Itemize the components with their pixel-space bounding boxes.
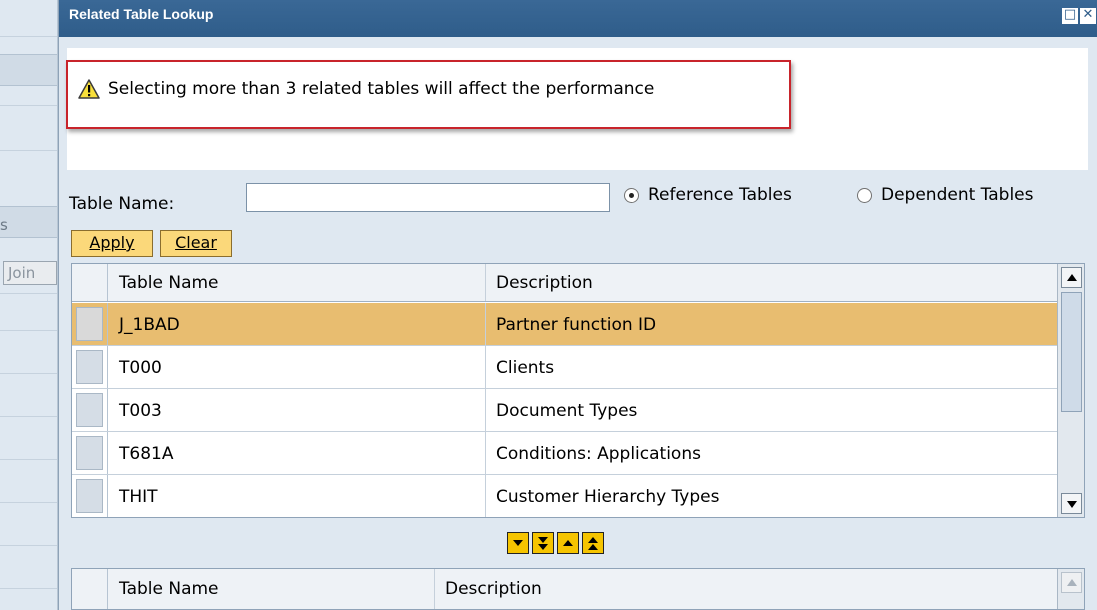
table-name-label: Table Name: — [69, 194, 175, 214]
bg-band — [0, 206, 57, 238]
bg-divider — [0, 502, 57, 503]
scroll-up-icon — [1067, 274, 1077, 281]
apply-label: Apply — [89, 233, 135, 252]
move-down-button[interactable] — [507, 532, 529, 554]
clear-label: Clear — [175, 233, 217, 252]
move-buttons-toolbar — [507, 532, 604, 554]
background-app-panel — [0, 0, 58, 610]
bg-divider — [0, 150, 57, 151]
table-row[interactable]: T681A Conditions: Applications — [72, 432, 1057, 475]
bg-divider — [0, 293, 57, 294]
cell-table-name: T000 — [119, 357, 162, 378]
background-join-button[interactable]: Join — [3, 261, 57, 285]
scroll-down-button[interactable] — [1061, 493, 1082, 514]
radio-unselected-indicator[interactable] — [857, 187, 872, 203]
radio-dependent-label: Dependent Tables — [881, 185, 1034, 205]
bg-divider — [0, 588, 57, 589]
scroll-up-button[interactable] — [1061, 572, 1082, 593]
selected-tables-table: Table Name Description — [71, 568, 1085, 610]
row-selector[interactable] — [72, 389, 108, 431]
cell-table-name: J_1BAD — [119, 314, 180, 335]
bg-divider — [0, 330, 57, 331]
bg-divider — [0, 416, 57, 417]
scroll-up-button[interactable] — [1061, 267, 1082, 288]
cell-description: Partner function ID — [496, 314, 657, 335]
cell-table-name: T003 — [119, 400, 162, 421]
bg-divider — [0, 459, 57, 460]
row-selector[interactable] — [72, 475, 108, 517]
table-row[interactable]: THIT Customer Hierarchy Types — [72, 475, 1057, 517]
column-header-table-name[interactable]: Table Name — [109, 569, 219, 609]
move-up-button[interactable] — [557, 532, 579, 554]
vertical-scrollbar[interactable] — [1057, 264, 1084, 517]
table-name-input[interactable] — [246, 183, 610, 212]
move-all-down-icon — [538, 537, 548, 543]
row-selector-box[interactable] — [76, 307, 103, 341]
cell-table-name: THIT — [119, 486, 158, 507]
scroll-thumb[interactable] — [1061, 292, 1082, 412]
warning-callout: Selecting more than 3 related tables wil… — [66, 60, 791, 129]
warning-message: Selecting more than 3 related tables wil… — [108, 79, 655, 99]
move-all-down-button[interactable] — [532, 532, 554, 554]
close-icon[interactable]: ✕ — [1080, 8, 1096, 24]
move-all-up-icon — [588, 544, 598, 550]
table-row[interactable]: T000 Clients — [72, 346, 1057, 389]
related-table-lookup-dialog: Related Table Lookup □ ✕ Selecting more … — [58, 0, 1097, 610]
select-all-cell[interactable] — [72, 569, 108, 609]
radio-dependent-tables[interactable]: Dependent Tables — [857, 185, 1034, 205]
move-up-icon — [563, 540, 573, 546]
maximize-icon[interactable]: □ — [1062, 8, 1078, 24]
radio-reference-tables[interactable]: Reference Tables — [624, 185, 792, 205]
bg-divider — [0, 373, 57, 374]
column-header-description[interactable]: Description — [486, 264, 593, 302]
bg-divider — [0, 105, 57, 106]
column-header-table-name[interactable]: Table Name — [109, 264, 219, 302]
radio-reference-label: Reference Tables — [648, 185, 792, 205]
dialog-title: Related Table Lookup — [69, 6, 214, 22]
scroll-up-icon — [1067, 579, 1077, 586]
radio-selected-indicator[interactable] — [624, 187, 639, 203]
cell-table-name: T681A — [119, 443, 174, 464]
cell-description: Document Types — [496, 400, 638, 421]
row-selector-box[interactable] — [76, 479, 103, 513]
select-all-cell[interactable] — [72, 264, 108, 301]
dialog-title-bar[interactable]: Related Table Lookup □ ✕ — [59, 0, 1097, 37]
bg-divider — [0, 545, 57, 546]
column-header-description[interactable]: Description — [435, 569, 542, 609]
move-down-icon — [513, 540, 523, 546]
results-table: Table Name Description J_1BAD Partner fu… — [71, 263, 1085, 518]
move-all-up-icon — [588, 537, 598, 543]
row-selector-box[interactable] — [76, 393, 103, 427]
clear-button[interactable]: Clear — [160, 230, 232, 257]
bg-divider — [0, 36, 57, 37]
warning-triangle-icon — [78, 79, 100, 99]
move-all-up-button[interactable] — [582, 532, 604, 554]
bg-band — [0, 54, 57, 86]
vertical-scrollbar[interactable] — [1057, 569, 1084, 609]
cell-description: Customer Hierarchy Types — [496, 486, 720, 507]
row-selector[interactable] — [72, 303, 108, 345]
scroll-down-icon — [1067, 501, 1077, 508]
background-text-fragment: s — [0, 216, 8, 234]
move-all-down-icon — [538, 544, 548, 550]
apply-button[interactable]: Apply — [71, 230, 153, 257]
cell-description: Conditions: Applications — [496, 443, 701, 464]
table-header: Table Name Description — [72, 264, 1057, 302]
table-row[interactable]: T003 Document Types — [72, 389, 1057, 432]
row-selector-box[interactable] — [76, 436, 103, 470]
cell-description: Clients — [496, 357, 555, 378]
table-row[interactable]: J_1BAD Partner function ID — [72, 303, 1057, 346]
row-selector[interactable] — [72, 432, 108, 474]
row-selector-box[interactable] — [76, 350, 103, 384]
row-selector[interactable] — [72, 346, 108, 388]
